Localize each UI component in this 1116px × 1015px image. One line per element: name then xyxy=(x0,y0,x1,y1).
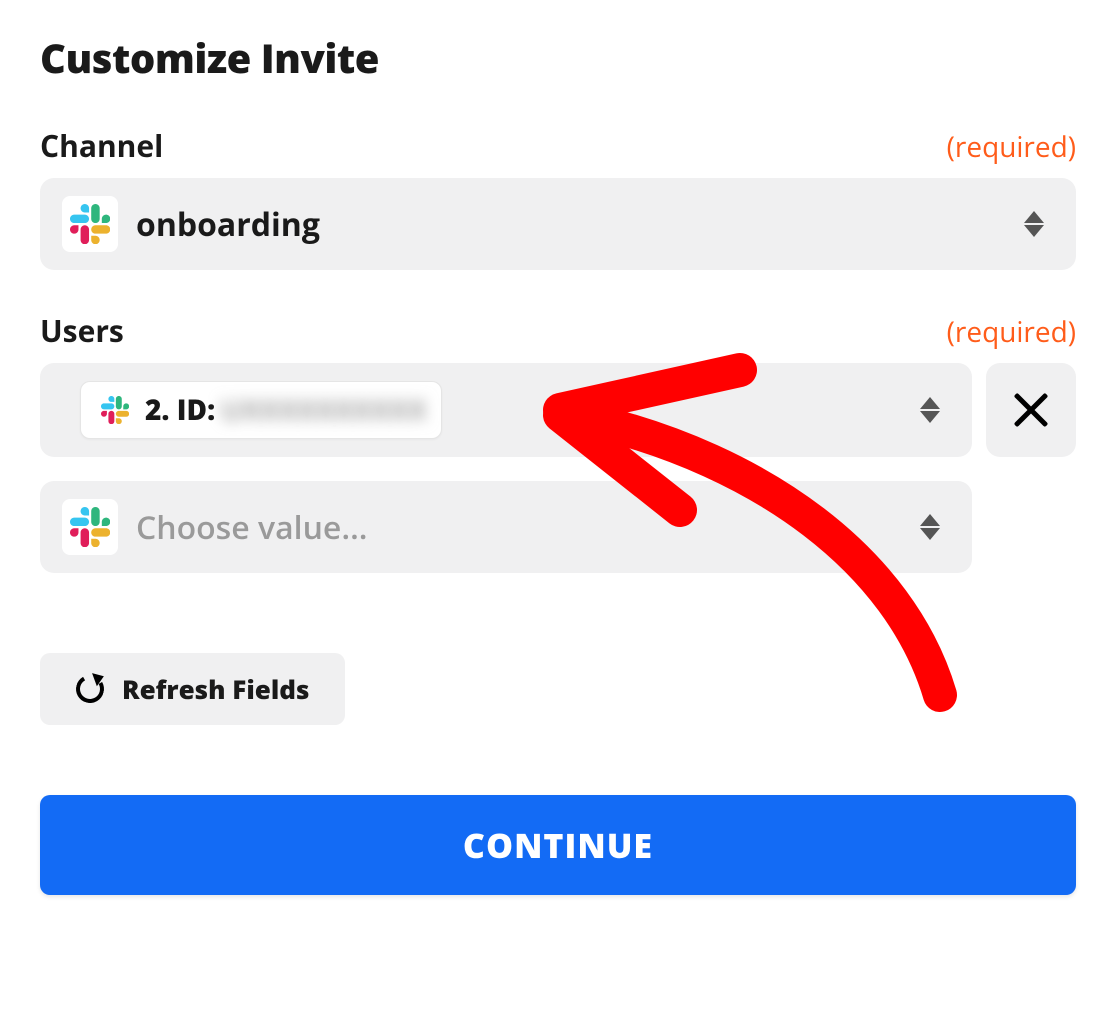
channel-value: onboarding xyxy=(136,203,1002,246)
slack-icon xyxy=(62,499,118,555)
user-id-value-obscured: UXXXXXXXXXX xyxy=(221,391,427,429)
remove-user-button[interactable] xyxy=(986,363,1076,457)
chevron-sort-icon xyxy=(1020,211,1048,237)
user-chip: 2. ID: UXXXXXXXXXX xyxy=(80,381,442,439)
channel-label-row: Channel (required) xyxy=(40,125,1076,166)
refresh-icon xyxy=(73,672,107,706)
user-select-add[interactable]: Choose value… xyxy=(40,481,972,573)
refresh-label: Refresh Fields xyxy=(122,671,309,707)
continue-button[interactable]: CONTINUE xyxy=(40,795,1076,895)
page-title: Customize Invite xyxy=(40,30,1076,85)
users-field-group: Users (required) xyxy=(40,310,1076,573)
users-label: Users xyxy=(40,310,124,351)
user-row-add: Choose value… xyxy=(40,481,972,573)
user-select-1[interactable]: 2. ID: UXXXXXXXXXX xyxy=(40,363,972,457)
user-placeholder: Choose value… xyxy=(136,506,898,549)
chevron-sort-icon xyxy=(916,397,944,423)
channel-label: Channel xyxy=(40,125,163,166)
slack-icon xyxy=(62,196,118,252)
users-required-tag: (required) xyxy=(947,313,1076,351)
continue-label: CONTINUE xyxy=(463,822,653,868)
user-row-1: 2. ID: UXXXXXXXXXX xyxy=(40,363,1076,457)
slack-icon xyxy=(95,390,135,430)
channel-field-group: Channel (required) onboarding xyxy=(40,125,1076,270)
close-icon xyxy=(1013,392,1049,428)
channel-select[interactable]: onboarding xyxy=(40,178,1076,270)
user-chip-text: 2. ID: UXXXXXXXXXX xyxy=(145,391,427,429)
channel-required-tag: (required) xyxy=(947,128,1076,166)
refresh-fields-button[interactable]: Refresh Fields xyxy=(40,653,345,725)
users-label-row: Users (required) xyxy=(40,310,1076,351)
user-id-prefix: 2. ID: xyxy=(145,391,215,429)
chevron-sort-icon xyxy=(916,514,944,540)
